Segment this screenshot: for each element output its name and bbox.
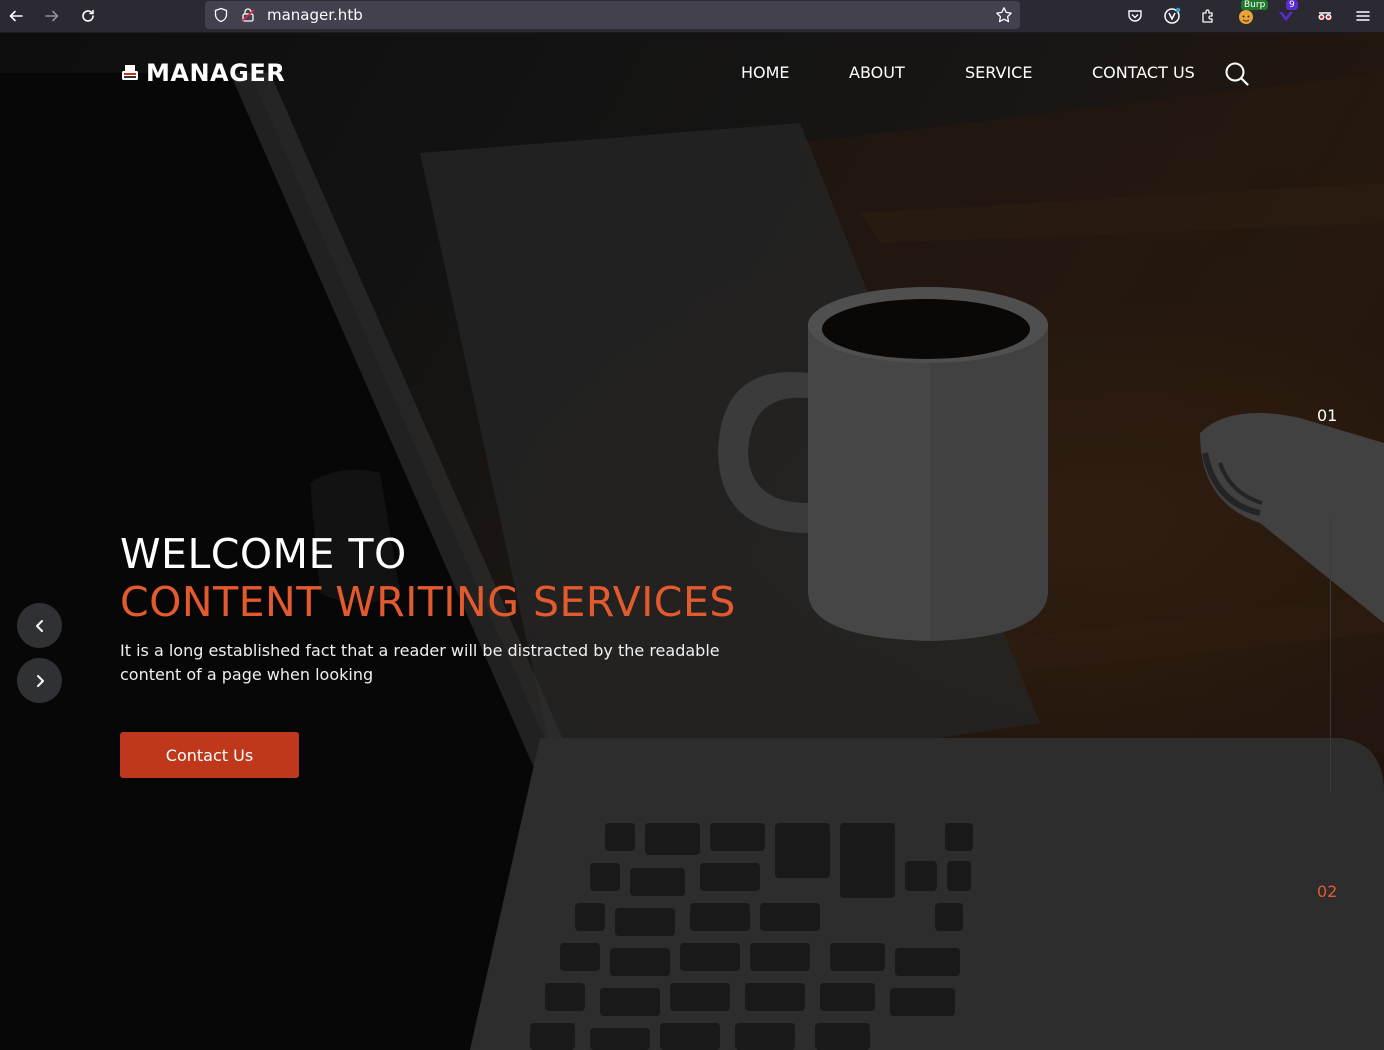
bookmark-star-icon[interactable] <box>995 6 1013 24</box>
typewriter-icon <box>122 65 138 80</box>
extensions-button[interactable] <box>1195 3 1221 29</box>
foxyproxy-extension-button[interactable] <box>1159 3 1185 29</box>
hero-title-line1: WELCOME TO <box>120 530 407 578</box>
reload-icon <box>82 9 94 22</box>
puzzle-icon <box>1202 9 1213 23</box>
burp-extension-button[interactable]: Burp <box>1233 0 1269 29</box>
app-menu-button[interactable] <box>1350 3 1376 29</box>
browser-toolbar: manager.htb Burp 9 <box>0 0 1384 33</box>
hero-description: It is a long established fact that a rea… <box>120 641 720 684</box>
carousel-prev-button[interactable] <box>17 603 62 648</box>
hamburger-menu-icon <box>1356 11 1370 21</box>
insecure-lock-icon[interactable] <box>240 7 256 23</box>
nav-about[interactable]: ABOUT <box>849 63 905 82</box>
site-logo[interactable]: MANAGER <box>120 59 285 87</box>
cookie-editor-extension-button[interactable] <box>1312 3 1338 29</box>
nav-service[interactable]: SERVICE <box>965 63 1032 82</box>
pocket-icon <box>1128 10 1142 22</box>
slide-indicator-01[interactable]: 01 <box>1317 406 1337 425</box>
pocket-button[interactable] <box>1122 3 1148 29</box>
search-icon <box>1225 62 1249 86</box>
brand-name: MANAGER <box>146 59 286 87</box>
chevron-left-icon <box>35 619 43 632</box>
hero-section: MANAGER HOME ABOUT SERVICE CONTACT US WE… <box>0 33 1384 1050</box>
nav-contact-us[interactable]: CONTACT US <box>1092 63 1195 82</box>
forward-button[interactable] <box>36 0 68 32</box>
back-arrow-icon <box>9 10 23 22</box>
slide-indicator-02[interactable]: 02 <box>1317 882 1337 901</box>
slide-indicator-track <box>1330 517 1331 792</box>
back-button[interactable] <box>0 0 32 32</box>
foxyproxy-icon <box>1164 7 1181 24</box>
shield-icon[interactable] <box>213 7 229 23</box>
address-bar[interactable]: manager.htb <box>205 1 1020 29</box>
nav-home[interactable]: HOME <box>741 63 790 82</box>
forward-arrow-icon <box>45 10 59 22</box>
chevron-right-icon <box>36 674 44 687</box>
search-button[interactable] <box>1224 61 1250 87</box>
carousel-next-button[interactable] <box>17 658 62 703</box>
spy-glasses-icon <box>1318 12 1332 20</box>
reload-button[interactable] <box>72 0 104 32</box>
burp-badge: Burp <box>1241 0 1269 10</box>
wappalyzer-badge: 9 <box>1286 0 1298 10</box>
wappalyzer-extension-button[interactable]: 9 <box>1273 0 1299 29</box>
contact-us-button[interactable]: Contact Us <box>120 732 299 778</box>
hero-title-line2: CONTENT WRITING SERVICES <box>120 578 736 626</box>
url-text[interactable]: manager.htb <box>267 6 363 24</box>
